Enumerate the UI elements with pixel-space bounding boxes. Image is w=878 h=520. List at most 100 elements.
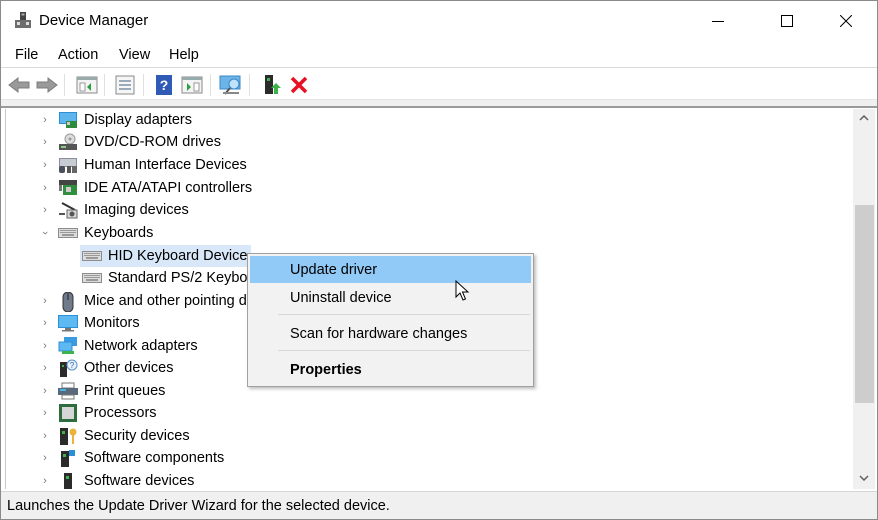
mouse-icon <box>58 291 78 313</box>
tree-item-security-devices[interactable]: › Security devices <box>40 425 190 447</box>
minimize-button[interactable] <box>695 1 741 41</box>
chevron-right-icon[interactable]: › <box>40 182 50 194</box>
toolbar-separator <box>210 74 211 96</box>
ide-controller-icon <box>58 179 78 197</box>
back-button[interactable] <box>7 73 31 97</box>
chevron-right-icon[interactable]: › <box>40 362 50 374</box>
keyboard-icon <box>82 247 102 265</box>
forward-button[interactable] <box>35 73 59 97</box>
tree-item-display-adapters[interactable]: › Display adapters <box>40 109 192 131</box>
scan-hardware-button[interactable] <box>219 73 243 97</box>
security-device-icon <box>58 427 78 445</box>
chevron-down-icon[interactable]: › <box>39 228 51 238</box>
toolbar-separator <box>64 74 65 96</box>
update-driver-icon <box>265 75 281 94</box>
status-text: Launches the Update Driver Wizard for th… <box>7 498 390 514</box>
device-manager-app-icon <box>13 11 33 31</box>
tree-item-label: HID Keyboard Device <box>108 248 248 264</box>
show-hide-console-tree-button[interactable] <box>75 73 99 97</box>
chevron-right-icon[interactable]: › <box>40 452 50 464</box>
close-icon <box>840 15 852 27</box>
close-button[interactable] <box>823 1 869 41</box>
context-menu-uninstall-device[interactable]: Uninstall device <box>250 284 531 311</box>
tree-item-monitors[interactable]: › Monitors <box>40 312 140 334</box>
tree-item-label: Standard PS/2 Keyboard <box>108 270 269 286</box>
svg-text:?: ? <box>70 361 75 370</box>
scrollbar-thumb[interactable] <box>855 205 874 403</box>
toolbar-separator <box>143 74 144 96</box>
monitor-icon <box>58 314 78 332</box>
chevron-right-icon[interactable]: › <box>40 407 50 419</box>
tree-item-keyboards[interactable]: › Keyboards <box>39 222 154 244</box>
tree-item-software-components[interactable]: › Software components <box>40 447 224 469</box>
tree-item-other-devices[interactable]: › ? Other devices <box>40 357 173 379</box>
chevron-right-icon[interactable]: › <box>40 385 50 397</box>
network-adapter-icon <box>58 337 78 355</box>
tree-item-label: Monitors <box>84 315 140 331</box>
tree-item-print-queues[interactable]: › Print queues <box>40 380 165 402</box>
tree-item-dvd-drives[interactable]: › DVD/CD-ROM drives <box>40 131 221 153</box>
chevron-right-icon[interactable]: › <box>40 114 50 126</box>
software-device-icon <box>58 472 78 489</box>
chevron-right-icon[interactable]: › <box>40 159 50 171</box>
show-hide-action-pane-icon <box>181 76 203 94</box>
context-menu-properties[interactable]: Properties <box>250 356 531 383</box>
tree-item-ide-controllers[interactable]: › IDE ATA/ATAPI controllers <box>40 177 252 199</box>
tree-item-label: Other devices <box>84 360 174 376</box>
context-menu-separator <box>278 350 530 351</box>
tree-item-network-adapters[interactable]: › Network adapters <box>40 335 198 357</box>
hid-icon <box>58 156 78 174</box>
menu-help[interactable]: Help <box>169 47 199 63</box>
window-title: Device Manager <box>39 12 149 29</box>
title-bar: Device Manager <box>1 1 877 41</box>
chevron-right-icon[interactable]: › <box>40 204 50 216</box>
chevron-down-icon <box>859 475 869 481</box>
chevron-right-icon[interactable]: › <box>40 317 50 329</box>
tree-item-label: Keyboards <box>84 225 154 241</box>
svg-text:?: ? <box>160 77 169 93</box>
menu-view[interactable]: View <box>119 47 150 63</box>
keyboard-icon <box>58 224 78 242</box>
printer-icon <box>58 382 78 400</box>
tree-item-human-interface-devices[interactable]: › Human Interface Devices <box>40 154 247 176</box>
tree-item-software-devices[interactable]: › Software devices <box>40 470 194 489</box>
tree-item-standard-ps2-keyboard[interactable]: Standard PS/2 Keyboard <box>80 267 268 289</box>
tree-item-label: Print queues <box>84 383 166 399</box>
maximize-button[interactable] <box>764 1 810 41</box>
tree-item-label: IDE ATA/ATAPI controllers <box>84 180 253 196</box>
help-button[interactable]: ? <box>152 73 176 97</box>
chevron-right-icon[interactable]: › <box>40 340 50 352</box>
uninstall-button[interactable] <box>287 73 311 97</box>
tree-item-imaging-devices[interactable]: › Imaging devices <box>40 199 189 221</box>
menu-action[interactable]: Action <box>58 47 98 63</box>
chevron-right-icon[interactable]: › <box>40 295 50 307</box>
maximize-icon <box>781 15 793 27</box>
tree-item-hid-keyboard-device[interactable]: HID Keyboard Device <box>80 245 252 267</box>
scroll-up-button[interactable] <box>853 109 875 127</box>
device-manager-window: Device Manager File Action View Help ? ›… <box>0 0 878 520</box>
properties-button[interactable] <box>113 73 137 97</box>
tree-item-label: Software devices <box>84 473 195 489</box>
context-menu-update-driver[interactable]: Update driver <box>250 256 531 283</box>
chevron-right-icon[interactable]: › <box>40 430 50 442</box>
keyboard-icon <box>82 269 102 287</box>
menu-file[interactable]: File <box>15 47 38 63</box>
dvd-drive-icon <box>58 133 78 151</box>
tree-item-processors[interactable]: › Processors <box>40 402 157 424</box>
uninstall-icon <box>290 76 308 94</box>
tree-item-label: Imaging devices <box>84 202 189 218</box>
context-menu-scan-hardware[interactable]: Scan for hardware changes <box>250 320 531 347</box>
back-icon <box>8 76 30 94</box>
tree-item-label: DVD/CD-ROM drives <box>84 134 221 150</box>
chevron-right-icon[interactable]: › <box>40 475 50 487</box>
show-hide-action-pane-button[interactable] <box>180 73 204 97</box>
toolbar-divider <box>1 100 877 108</box>
scroll-down-button[interactable] <box>853 469 875 487</box>
update-driver-button[interactable] <box>259 73 283 97</box>
vertical-scrollbar[interactable] <box>853 109 875 489</box>
forward-icon <box>36 76 58 94</box>
processor-icon <box>58 404 78 422</box>
camera-icon <box>58 201 78 219</box>
tree-item-label: Display adapters <box>84 112 192 128</box>
chevron-right-icon[interactable]: › <box>40 136 50 148</box>
